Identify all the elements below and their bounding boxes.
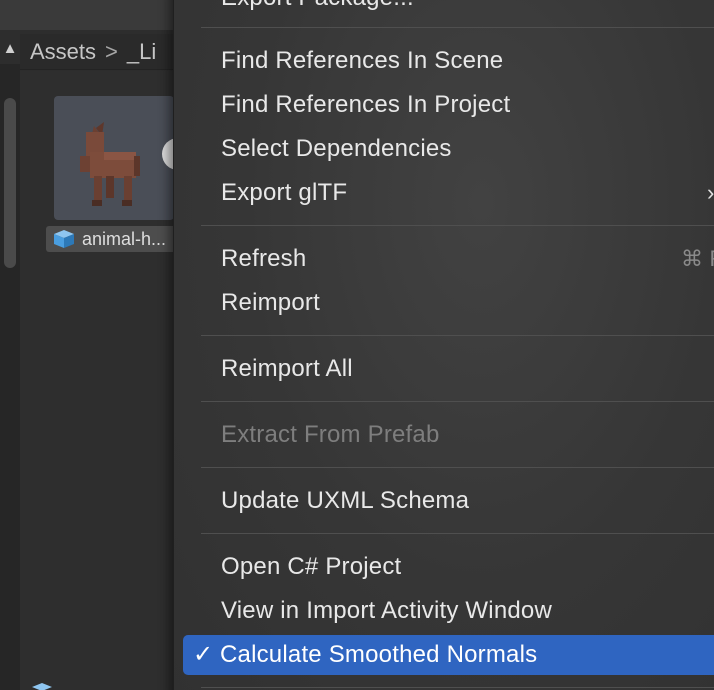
menu-item-calculate-smoothed-normals[interactable]: ✓ Calculate Smoothed Normals xyxy=(183,635,714,675)
menu-item-extract-from-prefab: Extract From Prefab xyxy=(184,415,714,455)
menu-separator xyxy=(201,467,714,468)
menu-item-update-uxml-schema[interactable]: Update UXML Schema xyxy=(184,481,714,521)
menu-item-label: Reimport All xyxy=(221,355,353,382)
menu-separator xyxy=(201,401,714,402)
menu-item-label: Reimport xyxy=(221,289,320,316)
menu-item-label: Extract From Prefab xyxy=(221,421,440,448)
scroll-up-arrow-icon[interactable]: ▲ xyxy=(0,34,20,64)
menu-item-label: Open C# Project xyxy=(221,553,402,580)
menu-separator xyxy=(201,225,714,226)
menu-item-find-references-in-project[interactable]: Find References In Project xyxy=(184,85,714,125)
chevron-right-icon: › xyxy=(707,180,714,205)
scrollbar-thumb[interactable] xyxy=(4,98,16,268)
menu-item-select-dependencies[interactable]: Select Dependencies xyxy=(184,129,714,169)
breadcrumb-item-folder[interactable]: _Li xyxy=(127,39,156,64)
menu-item-find-references-in-scene[interactable]: Find References In Scene xyxy=(184,41,714,81)
menu-item-label: Calculate Smoothed Normals xyxy=(220,641,538,668)
menu-item-reimport[interactable]: Reimport xyxy=(184,283,714,323)
menu-item-view-in-import-activity-window[interactable]: View in Import Activity Window xyxy=(184,591,714,631)
horse-model-icon xyxy=(80,122,174,206)
menu-separator xyxy=(201,533,714,534)
menu-item-label: Update UXML Schema xyxy=(221,487,470,514)
context-menu: Export Package... Find References In Sce… xyxy=(173,0,714,690)
menu-separator xyxy=(201,335,714,336)
menu-item-export-package[interactable]: Export Package... xyxy=(184,0,714,18)
menu-item-label: Find References In Scene xyxy=(221,47,504,74)
menu-item-export-gltf[interactable]: Export glTF › xyxy=(184,173,714,213)
menu-item-label: Refresh xyxy=(221,245,307,272)
menu-item-label: View in Import Activity Window xyxy=(221,597,552,624)
asset-label[interactable]: animal-h... xyxy=(46,226,176,252)
asset-thumbnail-animal-horse[interactable] xyxy=(54,96,174,220)
menu-item-label: Select Dependencies xyxy=(221,135,452,162)
menu-separator xyxy=(201,27,714,28)
breadcrumb-separator: > xyxy=(105,39,118,64)
checkmark-icon: ✓ xyxy=(193,641,214,668)
menu-item-refresh[interactable]: Refresh ⌘ R xyxy=(184,239,714,279)
breadcrumb-item-assets[interactable]: Assets xyxy=(30,39,96,64)
shortcut-label: ⌘ R xyxy=(681,246,714,271)
menu-separator xyxy=(201,687,714,688)
cube-icon xyxy=(32,683,52,690)
menu-item-label: Find References In Project xyxy=(221,91,511,118)
menu-item-open-csharp-project[interactable]: Open C# Project xyxy=(184,547,714,587)
folder-tree-scrollbar[interactable] xyxy=(0,64,20,690)
cube-icon xyxy=(54,230,74,248)
menu-item-label: Export Package... xyxy=(221,0,414,11)
menu-item-label: Export glTF xyxy=(221,179,348,206)
asset-name: animal-h... xyxy=(82,229,167,249)
menu-item-reimport-all[interactable]: Reimport All xyxy=(184,349,714,389)
